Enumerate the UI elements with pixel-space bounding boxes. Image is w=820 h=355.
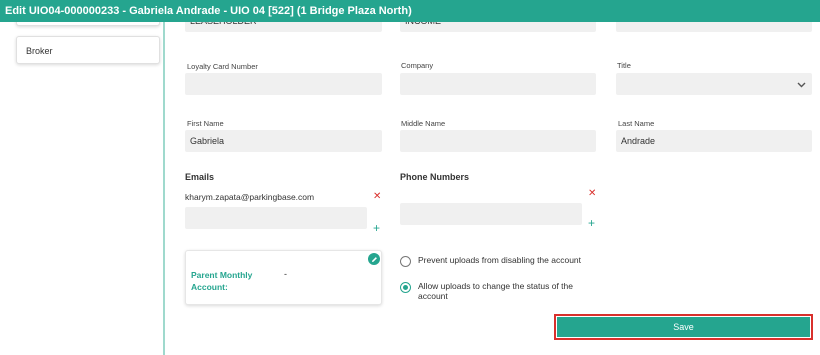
first-name-value: Gabriela xyxy=(190,136,225,146)
prevent-uploads-label: Prevent uploads from disabling the accou… xyxy=(418,255,582,265)
email-item: kharym.zapata@parkingbase.com xyxy=(185,192,315,202)
chevron-down-icon xyxy=(797,80,806,90)
loyalty-card-label: Loyalty Card Number xyxy=(187,62,258,71)
prevent-uploads-radio[interactable] xyxy=(400,256,411,267)
plus-icon[interactable]: + xyxy=(373,222,380,234)
close-icon[interactable]: ✕ xyxy=(373,192,381,202)
window-title: Edit UIO04-000000233 - Gabriela Andrade … xyxy=(0,0,820,22)
company-label: Company xyxy=(401,61,434,70)
save-button[interactable]: Save xyxy=(557,317,810,337)
middle-name-input[interactable] xyxy=(400,130,596,152)
first-name-input[interactable]: Gabriela xyxy=(185,130,382,152)
last-name-value: Andrade xyxy=(621,136,656,146)
sidebar: Broker xyxy=(0,16,165,355)
allow-uploads-option[interactable]: Allow uploads to change the status of th… xyxy=(400,281,588,301)
new-phone-input[interactable] xyxy=(400,203,582,225)
middle-name-label: Middle Name xyxy=(401,119,446,128)
parent-account-card: Parent Monthly Account: - xyxy=(185,250,382,305)
sidebar-item-broker[interactable]: Broker xyxy=(16,36,160,64)
parent-account-value: - xyxy=(284,269,287,279)
new-email-input[interactable] xyxy=(185,207,367,229)
title-select[interactable] xyxy=(616,73,812,95)
phones-heading: Phone Numbers xyxy=(400,172,470,182)
main-form: LEASEHOLDER INCOME Loyalty Card Number C… xyxy=(167,14,820,355)
company-input[interactable] xyxy=(400,73,596,95)
allow-uploads-label: Allow uploads to change the status of th… xyxy=(418,281,573,301)
allow-uploads-radio[interactable] xyxy=(400,282,411,293)
last-name-label: Last Name xyxy=(618,119,655,128)
close-icon[interactable]: ✕ xyxy=(588,189,596,199)
loyalty-card-input[interactable] xyxy=(185,73,382,95)
title-label: Title xyxy=(617,61,631,70)
parent-account-label: Parent Monthly Account: xyxy=(191,270,253,292)
first-name-label: First Name xyxy=(187,119,224,128)
save-button-highlight: Save xyxy=(554,314,813,340)
pencil-icon[interactable] xyxy=(368,253,380,265)
plus-icon[interactable]: + xyxy=(588,217,595,229)
prevent-uploads-option[interactable]: Prevent uploads from disabling the accou… xyxy=(400,255,588,267)
emails-heading: Emails xyxy=(185,172,215,182)
last-name-input[interactable]: Andrade xyxy=(616,130,812,152)
